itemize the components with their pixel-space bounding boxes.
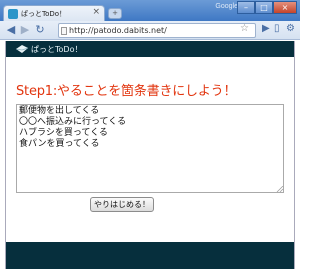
page-menu-icon[interactable]: ▯ bbox=[274, 23, 280, 34]
browser-toolbar: ◀ ▶ ↻ http://patodo.dabits.net/ ☆ ▶ ▯ ⚙ bbox=[0, 21, 300, 40]
close-window-button[interactable]: × bbox=[273, 1, 297, 14]
todo-line: 郵便物を出してくる bbox=[19, 106, 100, 116]
window-titlebar: ぱっとToDo！ × + Google – □ × bbox=[0, 0, 300, 22]
reload-icon[interactable]: ↻ bbox=[33, 23, 47, 37]
back-icon[interactable]: ◀ bbox=[4, 23, 18, 37]
star-icon[interactable]: ☆ bbox=[240, 23, 249, 34]
step-title: Step1:やることを箇条書きにしよう！ bbox=[16, 84, 237, 99]
new-tab-button[interactable]: + bbox=[108, 8, 122, 19]
site-footer bbox=[6, 242, 294, 269]
tools-menu-icon[interactable]: ⚙ bbox=[286, 23, 295, 34]
browser-tab[interactable]: ぱっとToDo！ × bbox=[3, 5, 105, 22]
maximize-button[interactable]: □ bbox=[255, 1, 273, 14]
address-bar[interactable]: http://patodo.dabits.net/ bbox=[58, 23, 256, 38]
todo-line: 〇〇へ振込みに行ってくる bbox=[19, 117, 127, 127]
favicon-icon bbox=[8, 9, 18, 19]
page-content: ぱっとToDo！ Step1:やることを箇条書きにしよう！ 郵便物を出してくる … bbox=[5, 41, 295, 269]
todo-line: 食パンを買ってくる bbox=[19, 139, 100, 149]
page-icon bbox=[61, 27, 67, 35]
tab-close-icon[interactable]: × bbox=[92, 7, 100, 17]
go-icon[interactable]: ▶ bbox=[262, 23, 270, 34]
url-text: http://patodo.dabits.net/ bbox=[69, 26, 167, 35]
browser-brand: Google bbox=[215, 3, 238, 10]
folded-paper-icon bbox=[15, 45, 29, 53]
resize-grip-icon[interactable] bbox=[276, 186, 283, 192]
tab-title: ぱっとToDo！ bbox=[21, 10, 67, 18]
logo-text[interactable]: ぱっとToDo！ bbox=[31, 44, 82, 55]
todo-line: ハブラシを買ってくる bbox=[19, 128, 108, 138]
forward-icon[interactable]: ▶ bbox=[18, 23, 32, 37]
start-button[interactable]: やりはじめる！ bbox=[90, 197, 154, 212]
window-controls: – □ × bbox=[237, 1, 297, 15]
site-header: ぱっとToDo！ bbox=[6, 41, 294, 57]
todo-textarea[interactable]: 郵便物を出してくる 〇〇へ振込みに行ってくる ハブラシを買ってくる 食パンを買っ… bbox=[16, 104, 284, 193]
minimize-button[interactable]: – bbox=[237, 1, 255, 14]
